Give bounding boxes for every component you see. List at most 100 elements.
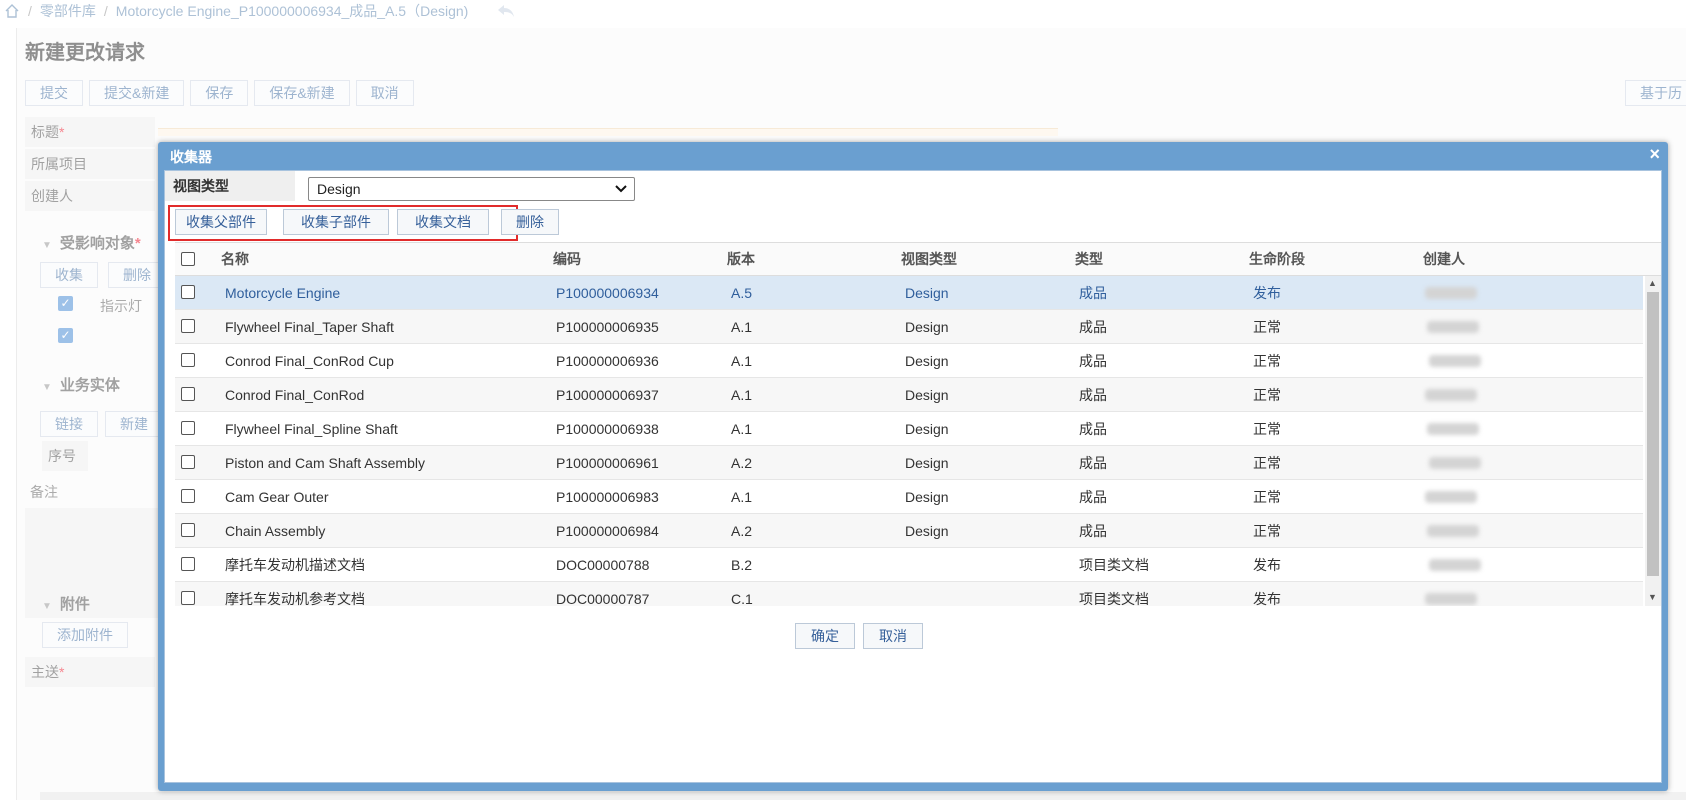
cell-type: 成品 <box>1079 421 1107 437</box>
row-checkbox[interactable] <box>181 285 195 299</box>
cell-version: C.1 <box>731 591 753 606</box>
cell-name: Motorcycle Engine <box>225 285 341 301</box>
collector-dialog: 收集器 × 视图类型 Design 收集父部件 收集子部件 收集文档 删除 名称… <box>158 142 1668 791</box>
table-header: 名称 编码 版本 视图类型 类型 生命阶段 创建人 <box>175 243 1661 276</box>
cell-lifecycle: 正常 <box>1253 455 1281 471</box>
cell-lifecycle: 发布 <box>1253 591 1281 606</box>
row-checkbox[interactable] <box>181 353 195 367</box>
cell-view-type: Design <box>905 523 949 539</box>
table-row[interactable]: 摩托车发动机参考文档 DOC00000787 C.1 项目类文档 发布 <box>175 582 1643 606</box>
cell-type: 成品 <box>1079 489 1107 505</box>
view-type-value: Design <box>317 181 361 197</box>
dialog-cancel-button[interactable]: 取消 <box>863 623 923 649</box>
cell-creator-redacted <box>1427 423 1479 435</box>
row-checkbox[interactable] <box>181 557 195 571</box>
cell-view-type: Design <box>905 455 949 471</box>
cell-version: B.2 <box>731 557 753 573</box>
cell-code: P100000006934 <box>556 285 659 301</box>
dialog-body: 视图类型 Design 收集父部件 收集子部件 收集文档 删除 名称 编码 版本… <box>164 170 1662 783</box>
cell-version: A.1 <box>731 319 753 335</box>
cell-name: Cam Gear Outer <box>225 489 329 505</box>
table-row[interactable]: Flywheel Final_Spline Shaft P100000006938… <box>175 412 1643 446</box>
cell-name: Conrod Final_ConRod <box>225 387 365 403</box>
cell-view-type: Design <box>905 319 949 335</box>
cell-version: A.1 <box>731 387 753 403</box>
row-checkbox[interactable] <box>181 319 195 333</box>
cell-type: 成品 <box>1079 319 1107 335</box>
dialog-title: 收集器 <box>170 149 212 165</box>
cell-code: DOC00000787 <box>556 591 650 606</box>
cell-creator-redacted <box>1425 593 1477 605</box>
column-header-creator[interactable]: 创建人 <box>1423 243 1465 276</box>
table-row[interactable]: 摩托车发动机描述文档 DOC00000788 B.2 项目类文档 发布 <box>175 548 1643 582</box>
cell-version: A.1 <box>731 489 753 505</box>
vertical-scrollbar[interactable]: ▲ ▼ <box>1645 276 1661 606</box>
table-row[interactable]: Piston and Cam Shaft Assembly P1000000069… <box>175 446 1643 480</box>
cell-type: 成品 <box>1079 523 1107 539</box>
view-type-label: 视图类型 <box>165 171 295 201</box>
cell-lifecycle: 正常 <box>1253 387 1281 403</box>
cell-view-type: Design <box>905 285 949 301</box>
cell-creator-redacted <box>1429 457 1481 469</box>
cell-type: 成品 <box>1079 353 1107 369</box>
row-checkbox[interactable] <box>181 421 195 435</box>
ok-button[interactable]: 确定 <box>795 623 855 649</box>
view-type-select[interactable]: Design <box>308 177 635 201</box>
cell-code: P100000006936 <box>556 353 659 369</box>
scroll-down-icon[interactable]: ▼ <box>1648 592 1657 602</box>
cell-code: P100000006935 <box>556 319 659 335</box>
table-row[interactable]: Conrod Final_ConRod Cup P100000006936 A.1 D… <box>175 344 1643 378</box>
cell-name: Chain Assembly <box>225 523 326 539</box>
table-row[interactable]: Conrod Final_ConRod P100000006937 A.1 Desig… <box>175 378 1643 412</box>
cell-lifecycle: 正常 <box>1253 489 1281 505</box>
cell-creator-redacted <box>1429 355 1481 367</box>
row-checkbox[interactable] <box>181 455 195 469</box>
column-header-lifecycle[interactable]: 生命阶段 <box>1249 243 1305 276</box>
cell-type: 成品 <box>1079 387 1107 403</box>
cell-type: 成品 <box>1079 455 1107 471</box>
delete-button[interactable]: 删除 <box>501 209 559 235</box>
cell-code: P100000006938 <box>556 421 659 437</box>
cell-view-type: Design <box>905 387 949 403</box>
cell-lifecycle: 正常 <box>1253 523 1281 539</box>
collector-table: 名称 编码 版本 视图类型 类型 生命阶段 创建人 Motorcycle Eng… <box>175 242 1661 606</box>
column-header-name[interactable]: 名称 <box>221 243 249 276</box>
cell-version: A.1 <box>731 421 753 437</box>
column-header-view-type[interactable]: 视图类型 <box>901 243 957 276</box>
table-body: Motorcycle Engine P100000006934 A.5 Design 成… <box>175 276 1643 606</box>
cell-name: Conrod Final_ConRod Cup <box>225 353 394 369</box>
table-row[interactable]: Chain Assembly P100000006984 A.2 Design 成品 正常 <box>175 514 1643 548</box>
cell-code: P100000006984 <box>556 523 659 539</box>
row-checkbox[interactable] <box>181 387 195 401</box>
cell-code: P100000006983 <box>556 489 659 505</box>
cell-name: 摩托车发动机描述文档 <box>225 557 365 573</box>
column-header-type[interactable]: 类型 <box>1075 243 1103 276</box>
cell-lifecycle: 正常 <box>1253 319 1281 335</box>
table-row[interactable]: Flywheel Final_Taper Shaft P100000006935 A… <box>175 310 1643 344</box>
cell-creator-redacted <box>1425 491 1477 503</box>
close-icon[interactable]: × <box>1649 144 1660 165</box>
scrollbar-thumb[interactable] <box>1647 292 1659 576</box>
collect-documents-button[interactable]: 收集文档 <box>397 209 489 235</box>
row-checkbox[interactable] <box>181 489 195 503</box>
cell-creator-redacted <box>1427 525 1479 537</box>
table-row[interactable]: Cam Gear Outer P100000006983 A.1 Design 成品 正常 <box>175 480 1643 514</box>
row-checkbox[interactable] <box>181 523 195 537</box>
cell-creator-redacted <box>1427 321 1479 333</box>
cell-version: A.2 <box>731 523 753 539</box>
column-header-version[interactable]: 版本 <box>727 243 755 276</box>
cell-version: A.5 <box>731 285 753 301</box>
select-all-checkbox[interactable] <box>181 252 195 266</box>
collect-parent-parts-button[interactable]: 收集父部件 <box>175 209 267 235</box>
cell-type: 项目类文档 <box>1079 591 1149 606</box>
cell-name: 摩托车发动机参考文档 <box>225 591 365 606</box>
row-checkbox[interactable] <box>181 591 195 605</box>
collect-child-parts-button[interactable]: 收集子部件 <box>283 209 389 235</box>
cell-type: 项目类文档 <box>1079 557 1149 573</box>
cell-name: Piston and Cam Shaft Assembly <box>225 455 425 471</box>
scroll-up-icon[interactable]: ▲ <box>1648 278 1657 288</box>
column-header-code[interactable]: 编码 <box>553 243 581 276</box>
cell-name: Flywheel Final_Spline Shaft <box>225 421 398 437</box>
table-row[interactable]: Motorcycle Engine P100000006934 A.5 Design 成… <box>175 276 1643 310</box>
cell-creator-redacted <box>1425 287 1477 299</box>
